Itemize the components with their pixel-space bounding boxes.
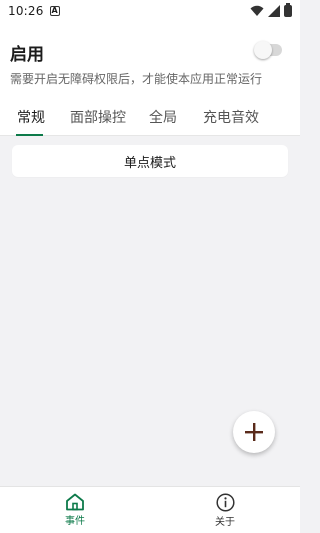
wifi-icon (250, 5, 264, 16)
home-icon (66, 493, 84, 511)
single-click-mode-item[interactable]: 单点模式 (12, 145, 288, 177)
battery-icon (284, 3, 292, 17)
tab-charging-sound[interactable]: 充电音效 (203, 98, 259, 136)
info-icon (215, 492, 235, 512)
tab-bar: 常规 面部操控 全局 充电音效 (0, 98, 300, 136)
status-time: 10:26 (8, 4, 44, 18)
header: 启用 需要开启无障碍权限后，才能使本应用正常运行 常规 面部操控 全局 充电音效 (0, 22, 300, 136)
tab-label: 常规 (17, 109, 45, 126)
notification-icon: A (49, 6, 60, 16)
enable-title: 启用 (10, 45, 44, 65)
plus-icon (245, 423, 263, 441)
toggle-knob (254, 41, 272, 59)
tab-general[interactable]: 常规 (17, 98, 45, 136)
tab-face-control[interactable]: 面部操控 (70, 98, 126, 136)
nav-about[interactable]: 关于 (150, 487, 300, 533)
nav-label: 事件 (65, 516, 85, 527)
tab-indicator (16, 134, 43, 136)
nav-label: 关于 (215, 516, 235, 528)
enable-toggle[interactable] (254, 41, 282, 59)
bottom-nav: 事件 关于 (0, 486, 300, 533)
nav-events[interactable]: 事件 (0, 487, 150, 533)
enable-subtitle: 需要开启无障碍权限后，才能使本应用正常运行 (10, 72, 263, 86)
tab-global[interactable]: 全局 (149, 98, 177, 136)
tab-label: 充电音效 (203, 109, 259, 126)
tab-label: 面部操控 (70, 109, 126, 126)
add-button[interactable] (233, 411, 275, 453)
signal-icon (268, 5, 280, 17)
tab-label: 全局 (149, 109, 177, 126)
status-indicators (250, 3, 292, 17)
status-bar: 10:26 A (0, 0, 300, 22)
list-item-label: 单点模式 (123, 155, 176, 171)
